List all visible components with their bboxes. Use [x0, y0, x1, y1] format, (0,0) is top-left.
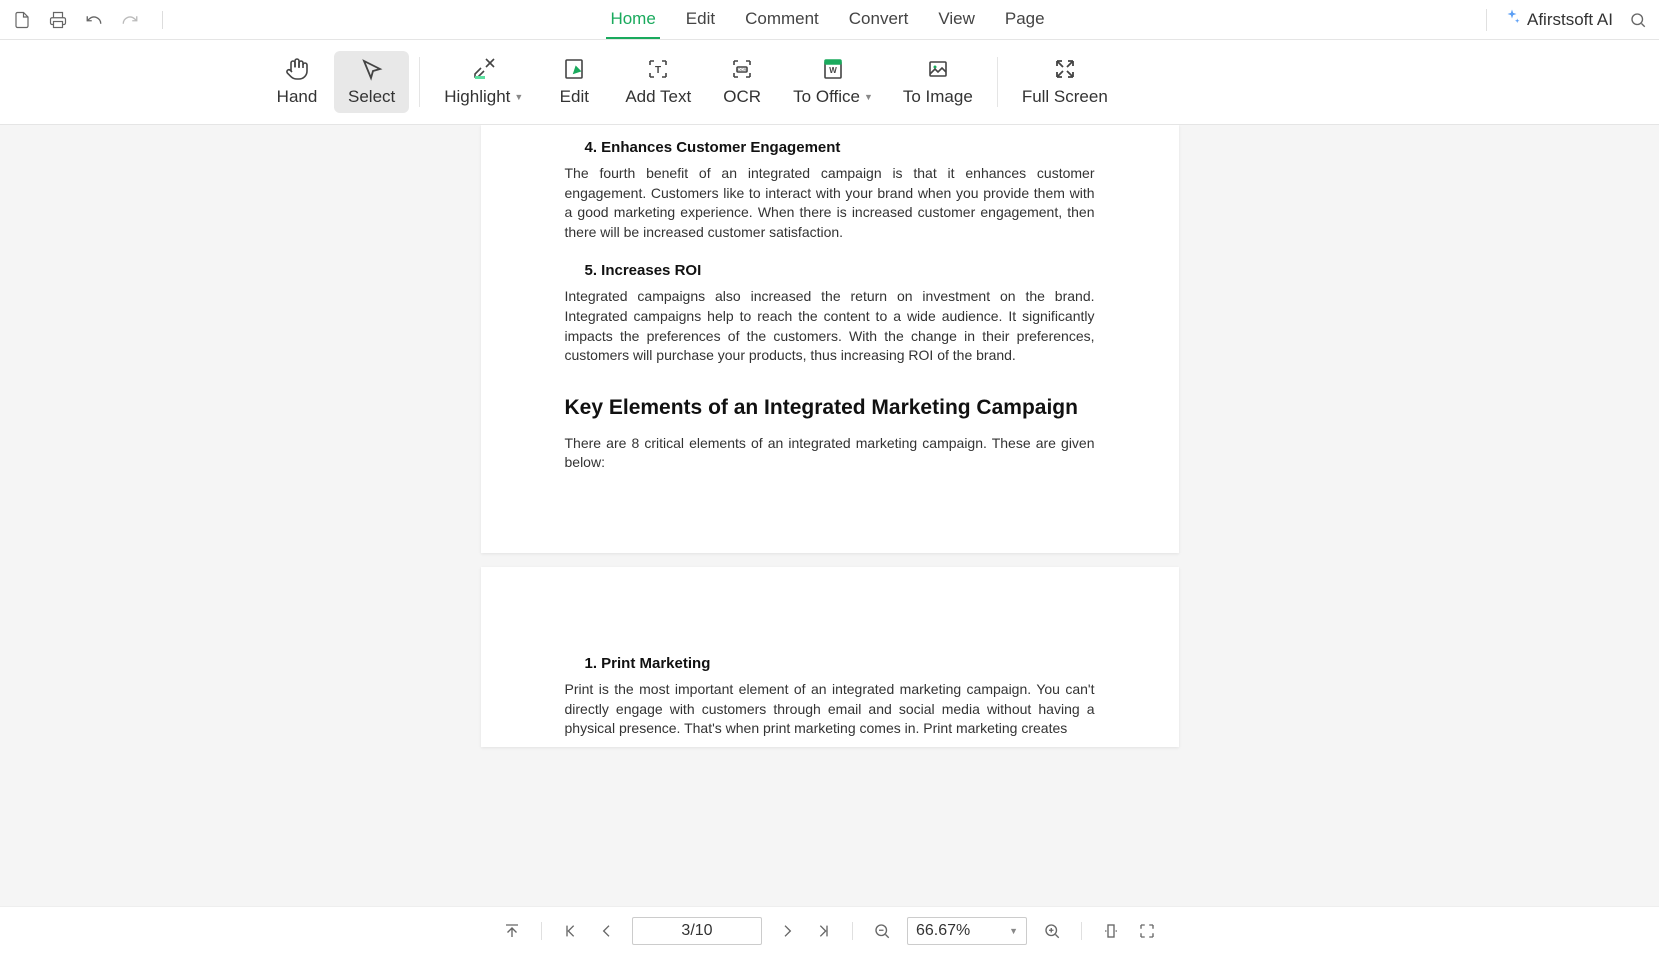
hand-label: Hand	[277, 87, 318, 107]
separator	[852, 922, 853, 940]
divider	[162, 11, 163, 29]
document-viewport[interactable]: 4. Enhances Customer Engagement The four…	[0, 125, 1659, 906]
to-office-label: To Office	[793, 87, 860, 107]
tab-view[interactable]: View	[934, 1, 979, 39]
separator	[419, 57, 420, 107]
zoom-select[interactable]: 66.67% ▼	[907, 917, 1027, 945]
zoom-value: 66.67%	[916, 922, 970, 940]
to-office-icon: W	[821, 57, 845, 81]
chevron-down-icon: ▼	[864, 92, 873, 102]
section-heading: 5. Increases ROI	[585, 262, 1095, 279]
svg-text:T: T	[655, 65, 661, 76]
fullscreen-button[interactable]: Full Screen	[1008, 51, 1122, 113]
highlighter-icon	[472, 57, 496, 81]
zoom-out-icon[interactable]	[871, 920, 893, 942]
tab-page[interactable]: Page	[1001, 1, 1049, 39]
scroll-top-icon[interactable]	[501, 920, 523, 942]
tab-convert[interactable]: Convert	[845, 1, 913, 39]
cursor-icon	[360, 57, 384, 81]
to-image-button[interactable]: To Image	[889, 51, 987, 113]
ocr-button[interactable]: OCR OCR	[707, 51, 777, 113]
first-page-icon[interactable]	[560, 920, 582, 942]
fullscreen-label: Full Screen	[1022, 87, 1108, 107]
ocr-icon: OCR	[730, 57, 754, 81]
separator	[1081, 922, 1082, 940]
edit-label: Edit	[560, 87, 589, 107]
ai-button[interactable]: Afirstsoft AI	[1503, 8, 1613, 31]
heading: Key Elements of an Integrated Marketing …	[565, 396, 1095, 420]
fullscreen-icon	[1053, 57, 1077, 81]
page: 1. Print Marketing Print is the most imp…	[481, 567, 1179, 747]
divider	[1486, 9, 1487, 31]
sparkle-icon	[1503, 8, 1521, 31]
page-input[interactable]	[632, 917, 762, 945]
add-text-icon: T	[646, 57, 670, 81]
select-label: Select	[348, 87, 395, 107]
svg-text:W: W	[829, 66, 837, 75]
tab-comment[interactable]: Comment	[741, 1, 823, 39]
hand-icon	[285, 57, 309, 81]
edit-button[interactable]: Edit	[539, 51, 609, 113]
ocr-label: OCR	[723, 87, 761, 107]
separator	[541, 922, 542, 940]
tab-home[interactable]: Home	[606, 1, 659, 39]
svg-text:OCR: OCR	[738, 67, 747, 72]
fit-page-icon[interactable]	[1136, 920, 1158, 942]
tab-edit[interactable]: Edit	[682, 1, 719, 39]
page: 4. Enhances Customer Engagement The four…	[481, 125, 1179, 553]
chevron-down-icon: ▼	[514, 92, 523, 102]
next-page-icon[interactable]	[776, 920, 798, 942]
paragraph: Integrated campaigns also increased the …	[565, 287, 1095, 365]
to-office-button[interactable]: W To Office ▼	[779, 51, 887, 113]
zoom-in-icon[interactable]	[1041, 920, 1063, 942]
fit-width-icon[interactable]	[1100, 920, 1122, 942]
hand-button[interactable]: Hand	[262, 51, 332, 113]
edit-doc-icon	[562, 57, 586, 81]
highlight-label: Highlight	[444, 87, 510, 107]
save-icon[interactable]	[12, 10, 32, 30]
paragraph: The fourth benefit of an integrated camp…	[565, 164, 1095, 242]
section-heading: 4. Enhances Customer Engagement	[585, 139, 1095, 156]
add-text-button[interactable]: T Add Text	[611, 51, 705, 113]
to-image-icon	[926, 57, 950, 81]
chevron-down-icon: ▼	[1009, 926, 1018, 936]
print-icon[interactable]	[48, 10, 68, 30]
last-page-icon[interactable]	[812, 920, 834, 942]
separator	[997, 57, 998, 107]
select-button[interactable]: Select	[334, 51, 409, 113]
search-icon[interactable]	[1629, 11, 1647, 29]
undo-icon[interactable]	[84, 10, 104, 30]
add-text-label: Add Text	[625, 87, 691, 107]
ai-label: Afirstsoft AI	[1527, 10, 1613, 30]
paragraph: Print is the most important element of a…	[565, 680, 1095, 739]
highlight-button[interactable]: Highlight ▼	[430, 51, 537, 113]
to-image-label: To Image	[903, 87, 973, 107]
section-heading: 1. Print Marketing	[585, 655, 1095, 672]
prev-page-icon[interactable]	[596, 920, 618, 942]
paragraph: There are 8 critical elements of an inte…	[565, 434, 1095, 473]
redo-icon[interactable]	[120, 10, 140, 30]
